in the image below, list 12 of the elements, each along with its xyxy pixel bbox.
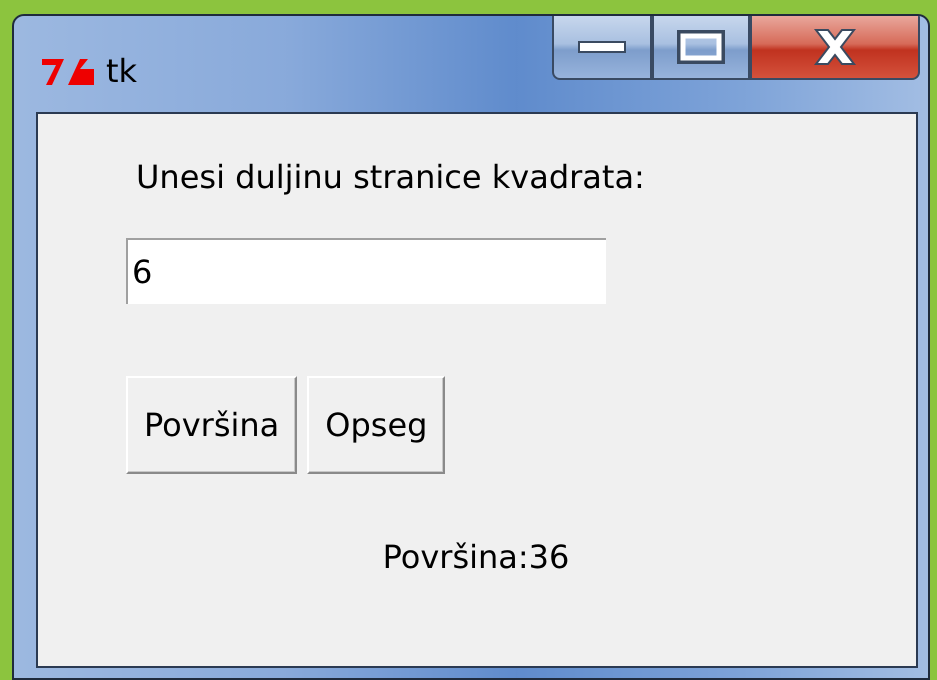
result-label: Površina:36	[382, 538, 570, 576]
maximize-button[interactable]	[652, 16, 750, 80]
prompt-label: Unesi duljinu stranice kvadrata:	[136, 158, 645, 196]
close-button[interactable]	[750, 16, 920, 80]
minimize-button[interactable]	[552, 16, 652, 80]
window-title: tk	[106, 52, 138, 90]
minimize-icon	[577, 40, 627, 54]
close-icon	[812, 28, 858, 66]
action-button[interactable]: Površina	[126, 376, 298, 474]
input-field[interactable]: 6	[126, 238, 606, 304]
maximize-icon	[676, 29, 726, 65]
action-button[interactable]: Opseg	[307, 376, 446, 474]
